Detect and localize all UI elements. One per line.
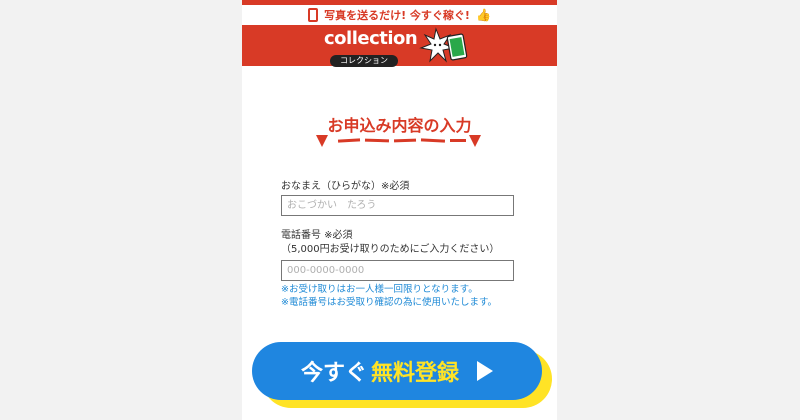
- free-register-button[interactable]: 今すぐ 無料登録: [252, 342, 542, 400]
- page-container: 写真を送るだけ! 今すぐ稼ぐ! 👍 collection コレクション お申込み…: [242, 0, 557, 420]
- note-once-only: ※お受け取りはお一人様一回限りとなります。: [281, 284, 478, 295]
- cta-highlight: 無料登録: [371, 361, 460, 386]
- header-tagline: 写真を送るだけ! 今すぐ稼ぐ! 👍: [242, 5, 557, 25]
- mascot-phone-illustration: [419, 27, 468, 63]
- heading-decoration: [316, 135, 481, 147]
- logo-subtext: コレクション: [330, 55, 398, 67]
- logo[interactable]: collection コレクション: [324, 28, 418, 67]
- logo-text: collection: [324, 28, 418, 49]
- cta-wrapper: 今すぐ 無料登録: [252, 342, 552, 408]
- name-label: おなまえ（ひらがな）※必須: [281, 181, 410, 192]
- smartphone-icon: [308, 8, 319, 22]
- phone-label: 電話番号 ※必須: [281, 230, 353, 241]
- play-arrow-icon: [477, 361, 494, 381]
- note-phone-usage: ※電話番号はお受取り確認の為に使用いたします。: [281, 297, 498, 308]
- tagline-text: 写真を送るだけ! 今すぐ稼ぐ!: [324, 9, 470, 22]
- header-banner: collection コレクション: [242, 25, 557, 67]
- application-form: おなまえ（ひらがな）※必須 電話番号 ※必須 （5,000円お受け取りのためにご…: [281, 180, 521, 309]
- form-heading: お申込み内容の入力: [327, 116, 472, 135]
- thumbs-up-icon: 👍: [475, 8, 491, 22]
- phone-input[interactable]: [281, 260, 514, 281]
- name-input[interactable]: [281, 195, 514, 216]
- cta-prefix: 今すぐ: [300, 361, 367, 386]
- phone-sublabel: （5,000円お受け取りのためにご入力ください）: [281, 244, 500, 255]
